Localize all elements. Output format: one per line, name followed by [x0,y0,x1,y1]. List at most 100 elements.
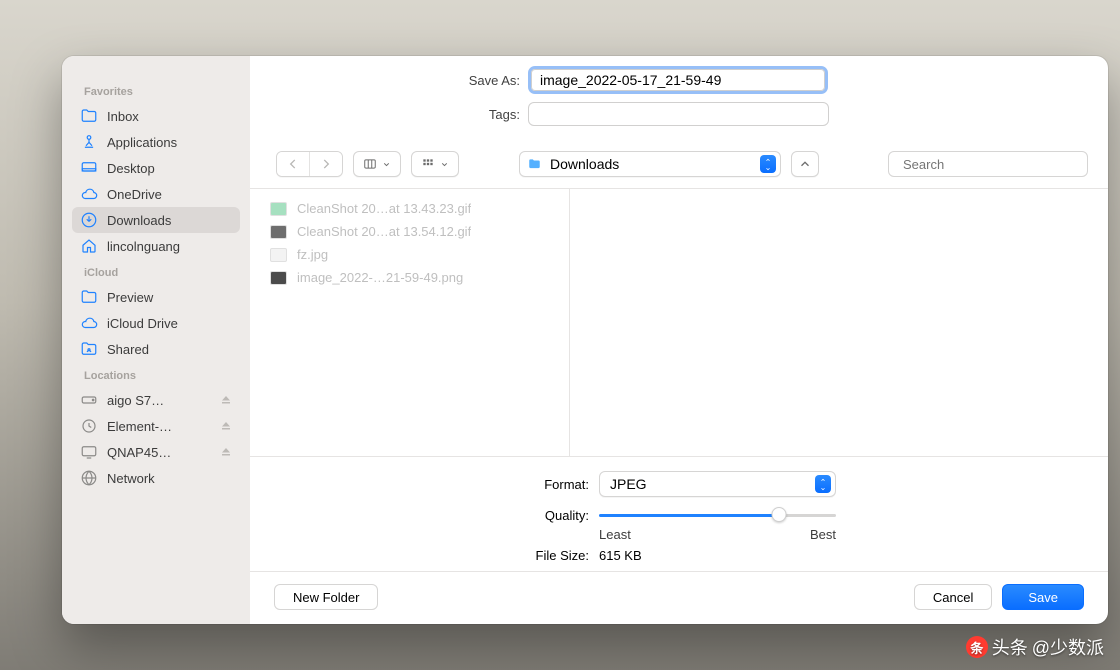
toolbar: Downloads [250,140,1108,188]
chevron-right-icon [319,157,333,171]
quality-label: Quality: [274,508,589,523]
quality-slider[interactable] [599,507,836,523]
sidebar-item-onedrive[interactable]: OneDrive [72,181,240,207]
file-row[interactable]: fz.jpg [250,243,569,266]
file-name: CleanShot 20…at 13.54.12.gif [297,224,471,239]
save-dialog: Favorites Inbox Applications Desktop One… [62,56,1108,624]
tags-input[interactable] [528,102,829,126]
format-popup[interactable]: JPEG [599,471,836,497]
sidebar-item-label: aigo S7… [107,393,211,408]
search-input[interactable] [903,157,1079,172]
save-as-input[interactable] [531,69,825,91]
chevron-down-icon [764,166,772,172]
back-button[interactable] [277,152,310,176]
sidebar-item-inbox[interactable]: Inbox [72,103,240,129]
sidebar-item-label: lincolnguang [107,239,232,254]
location-name: Downloads [550,156,753,172]
section-title-favorites: Favorites [72,78,240,103]
chevron-down-icon [440,160,449,169]
file-thumbnail [270,248,287,262]
file-thumbnail [270,271,287,285]
sidebar-item-disk-aigo[interactable]: aigo S7… [72,387,240,413]
globe-icon [80,469,98,487]
location-popup[interactable]: Downloads [519,151,781,177]
sidebar-item-downloads[interactable]: Downloads [72,207,240,233]
slider-track [599,514,836,517]
shared-folder-icon [80,340,98,358]
chevron-down-icon [819,486,827,492]
display-icon [80,443,98,461]
watermark: 条 头条 @少数派 [966,634,1104,660]
cloud-icon [80,185,98,203]
file-thumbnail [270,202,287,216]
main-pane: Save As: Tags: [250,56,1108,624]
save-as-label: Save As: [270,73,528,88]
sidebar-item-label: QNAP45… [107,445,211,460]
format-label: Format: [274,477,589,492]
file-name: fz.jpg [297,247,328,262]
disk-icon [80,391,98,409]
timemachine-icon [80,417,98,435]
eject-icon[interactable] [220,446,232,458]
sidebar-item-shared[interactable]: Shared [72,336,240,362]
eject-icon[interactable] [220,420,232,432]
file-name: image_2022-…21-59-49.png [297,270,463,285]
sidebar-item-preview[interactable]: Preview [72,284,240,310]
slider-labels: Least Best [599,527,836,542]
chevron-up-icon [819,477,827,483]
sidebar-item-icloud-drive[interactable]: iCloud Drive [72,310,240,336]
cloud-icon [80,314,98,332]
cancel-button[interactable]: Cancel [914,584,992,610]
sidebar-item-label: Element-… [107,419,211,434]
section-title-locations: Locations [72,362,240,387]
format-stepper[interactable] [815,475,831,493]
sidebar-item-label: iCloud Drive [107,316,232,331]
sidebar-item-label: Desktop [107,161,232,176]
section-title-icloud: iCloud [72,259,240,284]
sidebar-item-label: Preview [107,290,232,305]
chevron-down-icon [382,160,391,169]
eject-icon[interactable] [220,394,232,406]
slider-knob[interactable] [772,507,787,522]
watermark-handle: @少数派 [1032,634,1104,660]
download-icon [80,211,98,229]
new-folder-button[interactable]: New Folder [274,584,378,610]
save-button[interactable]: Save [1002,584,1084,610]
tags-label: Tags: [270,107,528,122]
sidebar-item-disk-element[interactable]: Element-… [72,413,240,439]
sidebar: Favorites Inbox Applications Desktop One… [62,56,250,624]
search-field[interactable] [888,151,1088,177]
sidebar-item-label: OneDrive [107,187,232,202]
sidebar-item-label: Shared [107,342,232,357]
columns-icon [363,157,377,171]
forward-button[interactable] [310,152,342,176]
location-stepper[interactable] [760,155,776,173]
grid-icon [421,157,435,171]
file-row[interactable]: CleanShot 20…at 13.54.12.gif [250,220,569,243]
folder-icon [80,107,98,125]
chevron-up-icon [764,157,772,163]
sidebar-item-applications[interactable]: Applications [72,129,240,155]
watermark-prefix: 头条 [992,634,1028,660]
view-columns-button[interactable] [353,151,401,177]
file-row[interactable]: CleanShot 20…at 13.43.23.gif [250,197,569,220]
sidebar-item-label: Downloads [107,213,232,228]
file-row[interactable]: image_2022-…21-59-49.png [250,266,569,289]
chevron-up-icon [798,157,812,171]
sidebar-item-disk-qnap[interactable]: QNAP45… [72,439,240,465]
save-as-focus-ring [528,66,828,94]
folder-icon [526,157,543,171]
collapse-button[interactable] [791,151,819,177]
sidebar-item-network[interactable]: Network [72,465,240,491]
folder-icon [80,288,98,306]
nav-back-forward [276,151,343,177]
quality-least-label: Least [599,527,631,542]
sidebar-item-desktop[interactable]: Desktop [72,155,240,181]
file-size-value: 615 KB [599,548,642,563]
top-fields: Save As: Tags: [250,56,1108,140]
house-icon [80,237,98,255]
desktop-icon [80,159,98,177]
group-by-button[interactable] [411,151,459,177]
format-section: Format: JPEG Quality: Least Bes [250,457,1108,571]
sidebar-item-home[interactable]: lincolnguang [72,233,240,259]
